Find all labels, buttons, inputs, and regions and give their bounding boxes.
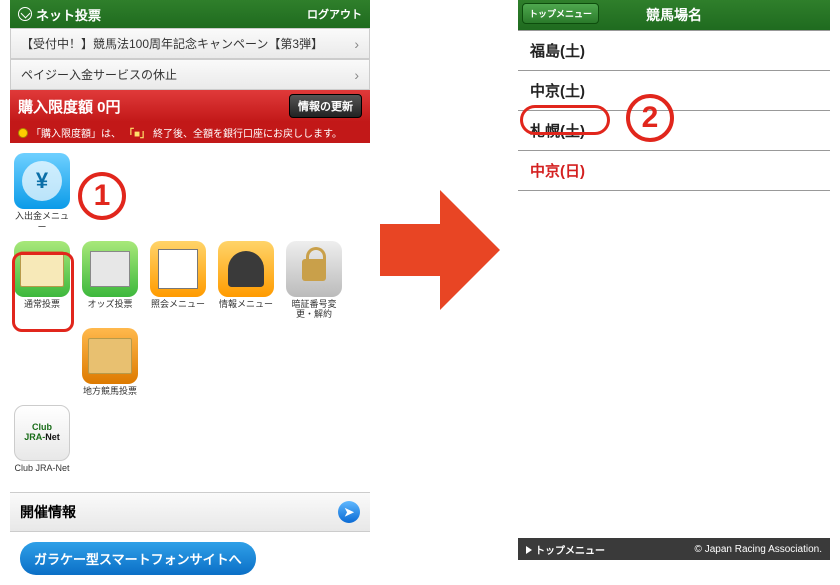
notice-item[interactable]: 【受付中！】競馬法100周年記念キャンペーン【第3弾】 › (10, 28, 370, 59)
list-item[interactable]: 福島(土) (518, 31, 830, 71)
limit-note: 「購入限度額」は、 「■」 終了後、全額を銀行口座にお戻しします。 (10, 122, 370, 143)
helmet-icon (228, 251, 264, 287)
yen-icon: ¥ (22, 161, 62, 201)
footer-top-link[interactable]: トップメニュー (526, 542, 605, 557)
footer-bar: トップメニュー © Japan Racing Association. (518, 538, 830, 560)
chevron-right-icon: › (354, 36, 359, 52)
feature-phone-link[interactable]: ガラケー型スマートフォンサイトへ (20, 542, 256, 575)
update-button[interactable]: 情報の更新 (289, 94, 362, 118)
icon-inquiry[interactable]: 照会メニュー (150, 241, 206, 321)
logout-link[interactable]: ログアウト (307, 6, 362, 22)
list-item[interactable]: 中京(日) (518, 151, 830, 191)
icon-odds-bet[interactable]: オッズ投票 (82, 241, 138, 321)
info-icon (18, 128, 28, 138)
triangle-icon (526, 546, 532, 554)
icon-info[interactable]: 情報メニュー (218, 241, 274, 321)
notice-text: ペイジー入金サービスの休止 (21, 68, 177, 82)
highlight-ring (12, 252, 74, 332)
lock-icon (302, 259, 326, 281)
page-title: 競馬場名 (646, 5, 702, 25)
jra-logo-icon (18, 7, 32, 21)
icon-club-jra[interactable]: ClubJRA-Net Club JRA-Net (14, 405, 70, 474)
header-bar: トップメニュー 競馬場名 (518, 0, 830, 30)
header-bar: ネット投票 ログアウト (10, 0, 370, 28)
notice-item[interactable]: ペイジー入金サービスの休止 › (10, 59, 370, 90)
top-menu-button[interactable]: トップメニュー (522, 3, 599, 24)
icon-pin-change[interactable]: 暗証番号変更・解約 (286, 241, 342, 321)
arrow-circle-icon: ➤ (338, 501, 360, 523)
limit-label: 購入限度額 0円 (18, 96, 121, 117)
highlight-oval (520, 105, 610, 135)
copyright: © Japan Racing Association. (695, 544, 822, 555)
ticket-icon (88, 338, 132, 374)
limit-bar: 購入限度額 0円 情報の更新 (10, 90, 370, 122)
header-title: ネット投票 (36, 5, 101, 24)
paper-icon (158, 249, 198, 289)
callout-1: 1 (78, 172, 126, 220)
icon-local-racing[interactable]: 地方競馬投票 (82, 328, 138, 397)
big-arrow-icon (380, 190, 510, 310)
chevron-right-icon: › (354, 67, 359, 83)
phone-right: トップメニュー 競馬場名 福島(土) 中京(土) 札幌(土) 中京(日) トップ… (518, 0, 830, 560)
icon-deposit[interactable]: ¥ 入出金メニュー (14, 153, 70, 233)
notice-text: 【受付中！】競馬法100周年記念キャンペーン【第3弾】 (21, 37, 323, 51)
callout-2: 2 (626, 94, 674, 142)
section-header[interactable]: 開催情報 ➤ (10, 492, 370, 532)
odds-icon (90, 251, 130, 287)
